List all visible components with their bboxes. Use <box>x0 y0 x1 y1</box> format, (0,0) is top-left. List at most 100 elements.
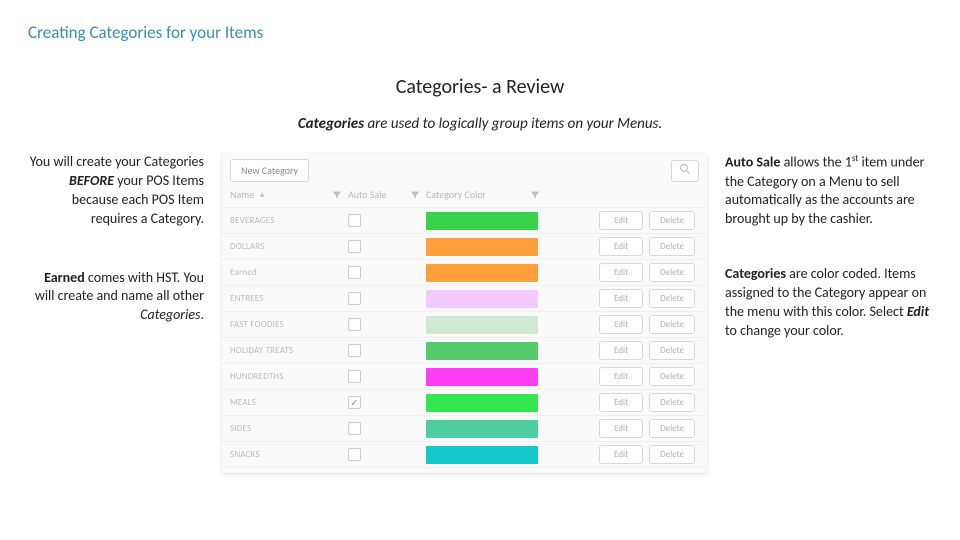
delete-button[interactable]: Delete <box>649 237 695 256</box>
col-header-color[interactable]: Category Color <box>426 188 546 201</box>
edit-button[interactable]: Edit <box>599 211 643 230</box>
edit-button[interactable]: Edit <box>599 289 643 308</box>
edit-button[interactable]: Edit <box>599 445 643 464</box>
right-p2: Categories are color coded. Items assign… <box>725 265 930 341</box>
row-name: HOLIDAY TREATS <box>230 345 348 356</box>
row-color <box>426 238 546 256</box>
row-name: HUNDREDTHS <box>230 371 348 382</box>
left-p1-a: You will create your Categories <box>30 153 204 170</box>
auto-sale-checkbox[interactable] <box>348 422 361 435</box>
color-swatch <box>426 290 538 308</box>
row-name: Earned <box>230 267 348 278</box>
row-auto <box>348 214 426 227</box>
row-name: SNACKS <box>230 449 348 460</box>
auto-sale-checkbox[interactable] <box>348 214 361 227</box>
table-row: SIDES Edit Delete <box>222 416 707 442</box>
col-header-name[interactable]: Name ▲ <box>230 188 348 201</box>
delete-button[interactable]: Delete <box>649 419 695 438</box>
edit-button[interactable]: Edit <box>599 237 643 256</box>
col-header-color-label: Category Color <box>426 188 486 201</box>
page-title: Creating Categories for your Items <box>0 0 960 43</box>
auto-sale-checkbox[interactable] <box>348 318 361 331</box>
right-p2-cat: Categories <box>725 265 786 282</box>
row-auto <box>348 370 426 383</box>
auto-sale-checkbox[interactable] <box>348 370 361 383</box>
color-swatch <box>426 212 538 230</box>
col-header-auto[interactable]: Auto Sale <box>348 188 426 201</box>
color-swatch <box>426 394 538 412</box>
auto-sale-checkbox[interactable] <box>348 344 361 357</box>
row-auto <box>348 240 426 253</box>
color-swatch <box>426 264 538 282</box>
edit-button[interactable]: Edit <box>599 367 643 386</box>
edit-button[interactable]: Edit <box>599 419 643 438</box>
row-name: MEALS <box>230 397 348 408</box>
right-column: Auto Sale allows the 1st item under the … <box>725 153 930 473</box>
color-swatch <box>426 238 538 256</box>
table-row: HOLIDAY TREATS Edit Delete <box>222 338 707 364</box>
row-auto <box>348 266 426 279</box>
auto-sale-checkbox[interactable] <box>348 266 361 279</box>
edit-button[interactable]: Edit <box>599 341 643 360</box>
categories-app-screenshot: New Category Name ▲ Auto Sale <box>222 153 707 473</box>
row-name: SIDES <box>230 423 348 434</box>
new-category-button[interactable]: New Category <box>230 159 309 182</box>
search-icon <box>679 163 691 179</box>
edit-button[interactable]: Edit <box>599 315 643 334</box>
delete-button[interactable]: Delete <box>649 445 695 464</box>
left-p2-d: . <box>200 306 204 323</box>
table-row: HUNDREDTHS Edit Delete <box>222 364 707 390</box>
row-auto <box>348 448 426 461</box>
row-color <box>426 368 546 386</box>
edit-button[interactable]: Edit <box>599 393 643 412</box>
left-column: You will create your Categories BEFORE y… <box>24 153 204 473</box>
table-row: SNACKS Edit Delete <box>222 442 707 468</box>
color-swatch <box>426 420 538 438</box>
auto-sale-checkbox[interactable] <box>348 240 361 253</box>
intro-emphasis: Categories <box>298 115 364 133</box>
filter-icon <box>410 190 420 200</box>
filter-icon <box>530 190 540 200</box>
delete-button[interactable]: Delete <box>649 289 695 308</box>
right-p1-b: allows the 1 <box>780 154 851 171</box>
search-button[interactable] <box>671 160 699 182</box>
delete-button[interactable]: Delete <box>649 263 695 282</box>
intro-text: Categories are used to logically group i… <box>0 115 960 133</box>
right-p1-auto: Auto Sale <box>725 154 780 171</box>
auto-sale-checkbox[interactable]: ✓ <box>348 396 361 409</box>
right-p2-edit: Edit <box>907 303 929 320</box>
left-p1-before: BEFORE <box>69 172 114 189</box>
filter-icon <box>332 190 342 200</box>
color-swatch <box>426 368 538 386</box>
right-p2-d: to change your color. <box>725 322 844 339</box>
col-header-name-label: Name <box>230 188 254 201</box>
row-color <box>426 394 546 412</box>
row-auto: ✓ <box>348 396 426 409</box>
delete-button[interactable]: Delete <box>649 393 695 412</box>
delete-button[interactable]: Delete <box>649 315 695 334</box>
color-swatch <box>426 342 538 360</box>
app-toolbar: New Category <box>222 153 707 188</box>
table-row: Earned Edit Delete <box>222 260 707 286</box>
table-header: Name ▲ Auto Sale Category Color <box>222 188 707 208</box>
table-row: ENTREES Edit Delete <box>222 286 707 312</box>
row-color <box>426 316 546 334</box>
auto-sale-checkbox[interactable] <box>348 292 361 305</box>
edit-button[interactable]: Edit <box>599 263 643 282</box>
delete-button[interactable]: Delete <box>649 211 695 230</box>
table-row: BEVERAGES Edit Delete <box>222 208 707 234</box>
row-color <box>426 420 546 438</box>
left-p2-cat: Categories <box>140 306 200 323</box>
row-name: DOLLARS <box>230 241 348 252</box>
row-name: BEVERAGES <box>230 215 348 226</box>
row-name: ENTREES <box>230 293 348 304</box>
delete-button[interactable]: Delete <box>649 341 695 360</box>
left-p1: You will create your Categories BEFORE y… <box>24 153 204 229</box>
section-title: Categories- a Review <box>0 75 960 99</box>
row-color <box>426 446 546 464</box>
auto-sale-checkbox[interactable] <box>348 448 361 461</box>
row-color <box>426 264 546 282</box>
row-auto <box>348 318 426 331</box>
color-swatch <box>426 446 538 464</box>
delete-button[interactable]: Delete <box>649 367 695 386</box>
